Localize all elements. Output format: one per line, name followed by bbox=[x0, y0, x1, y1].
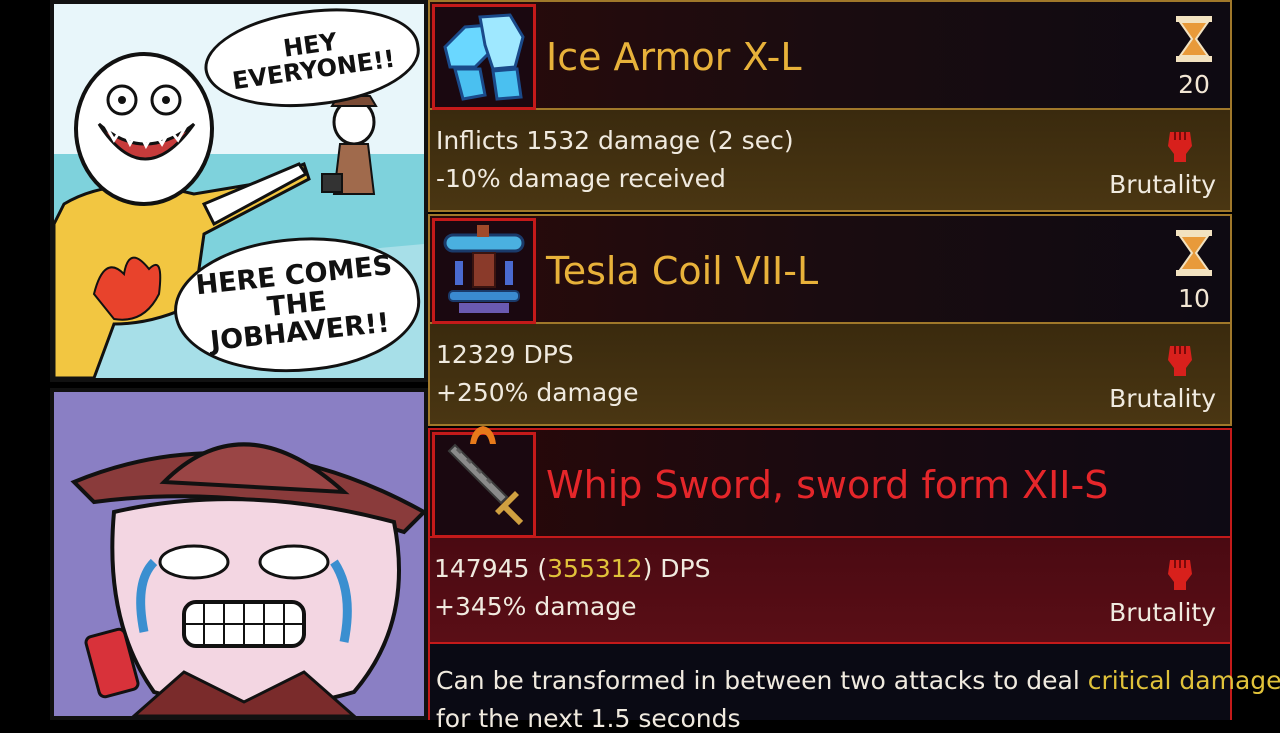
item-stat-line-2: +345% damage bbox=[434, 592, 637, 621]
item-stat-line-1: Inflicts 1532 damage (2 sec) bbox=[436, 126, 794, 155]
dps-crit-value: 355312 bbox=[547, 554, 643, 583]
item-header: Whip Sword, sword form XII-S bbox=[428, 426, 1232, 538]
item-title: Whip Sword, sword form XII-S bbox=[546, 463, 1109, 507]
item-title: Tesla Coil VII-L bbox=[546, 249, 819, 293]
item-note-line-2: for the next 1.5 seconds bbox=[436, 704, 741, 733]
comic-panel-top: HEY EVERYONE!! HERE COMES THE JOBHAVER!! bbox=[50, 0, 428, 382]
dps-unit: ) DPS bbox=[642, 554, 711, 583]
ice-armor-icon bbox=[432, 4, 536, 110]
cooldown-count: 10 bbox=[1178, 284, 1210, 313]
item-header: Ice Armor X-L 20 bbox=[428, 0, 1232, 110]
upgrade-flame-icon bbox=[470, 426, 496, 444]
note-prefix: Can be transformed in between two attack… bbox=[436, 666, 1088, 695]
hourglass-icon bbox=[1176, 230, 1212, 276]
item-card-tesla-coil[interactable]: Tesla Coil VII-L 10 12329 DPS +250% dama… bbox=[428, 214, 1232, 426]
dps-paren-open: ( bbox=[529, 554, 548, 583]
item-list: Ice Armor X-L 20 Inflicts 1532 damage (2… bbox=[428, 0, 1280, 733]
item-note-line-1: Can be transformed in between two attack… bbox=[436, 666, 1280, 695]
tesla-coil-icon bbox=[432, 218, 536, 324]
item-stat-line-2: +250% damage bbox=[436, 378, 639, 407]
item-card-ice-armor[interactable]: Ice Armor X-L 20 Inflicts 1532 damage (2… bbox=[428, 0, 1232, 212]
note-highlight: critical damage bbox=[1087, 666, 1280, 695]
item-dps-line: 147945 (355312) DPS bbox=[434, 554, 710, 583]
brutality-fist-icon bbox=[1168, 132, 1192, 162]
hourglass-icon bbox=[1176, 16, 1212, 62]
dps-base-value: 147945 bbox=[434, 554, 530, 583]
item-body: 147945 (355312) DPS +345% damage Brutali… bbox=[428, 538, 1232, 644]
brutality-fist-icon bbox=[1168, 560, 1192, 590]
cooldown-count: 20 bbox=[1178, 70, 1210, 99]
item-stat-line-1: 12329 DPS bbox=[436, 340, 574, 369]
item-card-whip-sword[interactable]: Whip Sword, sword form XII-S 147945 (355… bbox=[428, 426, 1280, 733]
item-category: Brutality bbox=[1109, 598, 1216, 627]
item-category: Brutality bbox=[1109, 384, 1216, 413]
item-category: Brutality bbox=[1109, 170, 1216, 199]
item-body: 12329 DPS +250% damage Brutality bbox=[428, 324, 1232, 426]
item-header: Tesla Coil VII-L 10 bbox=[428, 214, 1232, 324]
brutality-fist-icon bbox=[1168, 346, 1192, 376]
whip-sword-icon bbox=[432, 432, 536, 538]
comic-panel-bottom bbox=[50, 388, 428, 720]
item-body: Inflicts 1532 damage (2 sec) -10% damage… bbox=[428, 110, 1232, 212]
item-stat-line-2: -10% damage received bbox=[436, 164, 726, 193]
item-note: Can be transformed in between two attack… bbox=[428, 644, 1280, 733]
jobhaver-crying-illustration bbox=[54, 392, 424, 716]
item-title: Ice Armor X-L bbox=[546, 35, 802, 79]
